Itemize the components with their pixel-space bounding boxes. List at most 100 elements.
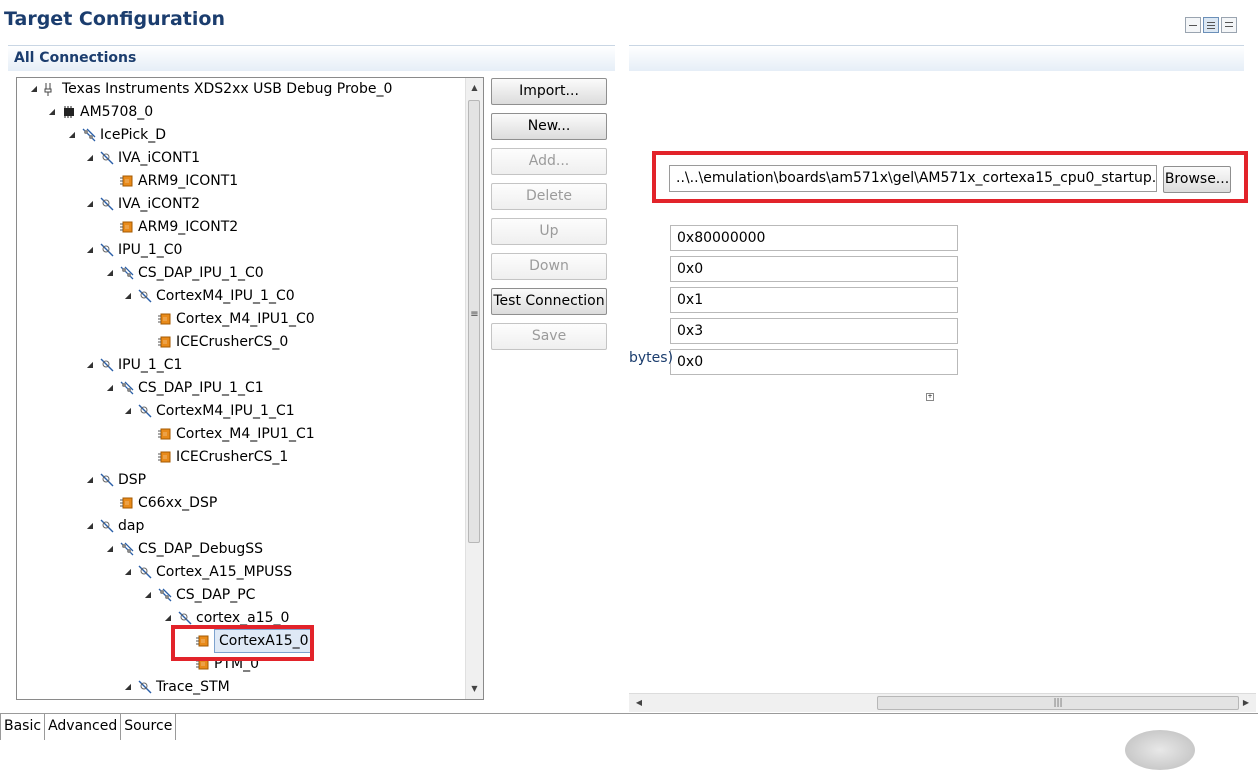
tree-item[interactable]: ICECrusherCS_0 (143, 331, 288, 353)
tree-item[interactable]: Cortex_M4_IPU1_C0 (143, 308, 315, 330)
tree-item-label: ICECrusherCS_0 (176, 331, 288, 353)
scroll-up-arrow-icon[interactable]: ▲ (466, 80, 483, 96)
delete-button[interactable]: Delete (491, 183, 607, 210)
expanded-twisty-icon[interactable]: ◢ (67, 124, 77, 146)
tree-item[interactable]: ◢IVA_iCONT2 (85, 193, 200, 215)
expanded-twisty-icon[interactable]: ◢ (85, 354, 95, 376)
up-button[interactable]: Up (491, 218, 607, 245)
tree-item[interactable]: C66xx_DSP (105, 492, 217, 514)
cpu-icon (119, 219, 135, 235)
tree-item[interactable]: ◢ AM5708_0 (47, 101, 153, 123)
tree-item[interactable]: ◢IPU_1_C1 (85, 354, 182, 376)
save-button[interactable]: Save (491, 323, 607, 350)
tree-item[interactable]: ◢ CortexM4_IPU_1_C0 (123, 285, 295, 307)
tree-item[interactable]: ARM9_ICONT1 (105, 170, 238, 192)
connections-section-header: All Connections (8, 45, 615, 71)
expanded-twisty-icon[interactable]: ◢ (85, 469, 95, 491)
subpath-icon (99, 242, 115, 258)
router-icon (119, 541, 135, 557)
tree-item-label: IVA_iCONT1 (118, 147, 200, 169)
list-view-icon[interactable] (1221, 17, 1237, 33)
tree-item-label: dap (118, 515, 144, 537)
expanded-twisty-icon[interactable]: ◢ (85, 239, 95, 261)
expanded-twisty-icon[interactable]: ◢ (143, 584, 153, 606)
tree-item-label: CortexM4_IPU_1_C1 (156, 400, 295, 422)
tree-item[interactable]: ◢ CS_DAP_IPU_1_C1 (105, 377, 264, 399)
page-title: Target Configuration (4, 8, 225, 30)
tree-item[interactable]: Cortex_M4_IPU1_C1 (143, 423, 315, 445)
expanded-twisty-icon[interactable]: ◢ (123, 285, 133, 307)
collapse-icon[interactable] (1185, 17, 1201, 33)
cpu-icon (119, 495, 135, 511)
tree-item[interactable]: ◢IPU_1_C0 (85, 239, 182, 261)
tree-spacer (143, 331, 153, 353)
gel-file-field[interactable]: ..\..\emulation\boards\am571x\gel\AM571x… (669, 165, 1157, 192)
expanded-twisty-icon[interactable]: ◢ (47, 101, 57, 123)
subpath-icon (137, 679, 153, 695)
new-button[interactable]: New... (491, 113, 607, 140)
router-icon (81, 127, 97, 143)
tree-item[interactable]: ARM9_ICONT2 (105, 216, 238, 238)
tree-item-label: Cortex_M4_IPU1_C0 (176, 308, 315, 330)
tree-item-label: CS_DAP_PC (176, 584, 255, 606)
tree-item-label: CS_DAP_IPU_1_C1 (138, 377, 264, 399)
cpu-highlight (171, 625, 314, 661)
add-button[interactable]: Add... (491, 148, 607, 175)
tab-advanced[interactable]: Advanced (45, 714, 121, 740)
columns-view-icon[interactable] (1203, 17, 1219, 33)
tree-item[interactable]: ◢Texas Instruments XDS2xx USB Debug Prob… (29, 78, 392, 100)
tab-basic[interactable]: Basic (0, 714, 45, 740)
scrollbar-thumb[interactable]: ||| (877, 696, 1239, 710)
expanded-twisty-icon[interactable]: ◢ (123, 676, 133, 698)
tree-item[interactable]: ◢CS_DAP_IPU_1_C0 (105, 262, 264, 284)
browse-button[interactable]: Browse... (1163, 166, 1231, 193)
expanded-twisty-icon[interactable]: ◢ (85, 147, 95, 169)
tree-item-label: Cortex_M4_IPU1_C1 (176, 423, 315, 445)
expanded-twisty-icon[interactable]: ◢ (123, 400, 133, 422)
tree-item[interactable]: ◢ CortexM4_IPU_1_C1 (123, 400, 295, 422)
properties-horizontal-scrollbar[interactable]: ◀ ||| ▶ (629, 693, 1256, 712)
scroll-down-arrow-icon[interactable]: ▼ (466, 681, 483, 697)
subpath-icon (137, 288, 153, 304)
tree-item-label: DSP (118, 469, 146, 491)
expanded-twisty-icon[interactable]: ◢ (85, 193, 95, 215)
scroll-left-arrow-icon[interactable]: ◀ (631, 694, 647, 712)
tree-item[interactable]: ◢ CS_DAP_PC (143, 584, 255, 606)
property-value-field[interactable]: 0x80000000 (670, 225, 958, 251)
tree-item[interactable]: ◢ IVA_iCONT1 (85, 147, 200, 169)
property-value-field[interactable]: 0x0 (670, 256, 958, 282)
tree-spacer (105, 170, 115, 192)
tree-item[interactable]: ICECrusherCS_1 (143, 446, 288, 468)
connections-tree[interactable]: ▲ ≡ ▼ ◢Texas Instruments XDS2xx USB Debu… (16, 77, 484, 700)
expanded-twisty-icon[interactable]: ◢ (105, 377, 115, 399)
tree-item[interactable]: ◢Cortex_A15_MPUSS (123, 561, 292, 583)
cpu-icon (119, 173, 135, 189)
tree-item[interactable]: ◢CS_DAP_DebugSS (105, 538, 263, 560)
import-button[interactable]: Import... (491, 78, 607, 105)
editor-tabs: Basic Advanced Source (0, 713, 1258, 740)
tree-spacer (143, 423, 153, 445)
tree-item-label: CortexM4_IPU_1_C0 (156, 285, 295, 307)
tree-item-label: AM5708_0 (80, 101, 153, 123)
property-value-field[interactable]: 0x3 (670, 318, 958, 344)
tree-item[interactable]: ◢ DSP (85, 469, 146, 491)
expand-icon[interactable]: + (926, 393, 934, 401)
expanded-twisty-icon[interactable]: ◢ (85, 515, 95, 537)
down-button[interactable]: Down (491, 253, 607, 280)
expanded-twisty-icon[interactable]: ◢ (29, 78, 39, 100)
expanded-twisty-icon[interactable]: ◢ (123, 561, 133, 583)
tree-item[interactable]: ◢ dap (85, 515, 144, 537)
test-connection-button[interactable]: Test Connection (491, 288, 607, 315)
connections-section-title: All Connections (14, 50, 136, 66)
property-value-field[interactable]: 0x0 (670, 349, 958, 375)
tree-vertical-scrollbar[interactable]: ▲ ≡ ▼ (465, 78, 483, 699)
tree-item[interactable]: ◢IcePick_D (67, 124, 166, 146)
expanded-twisty-icon[interactable]: ◢ (105, 262, 115, 284)
tree-item[interactable]: ◢Trace_STM (123, 676, 230, 698)
property-value-field[interactable]: 0x1 (670, 287, 958, 313)
expanded-twisty-icon[interactable]: ◢ (105, 538, 115, 560)
scroll-right-arrow-icon[interactable]: ▶ (1238, 694, 1254, 712)
tab-source[interactable]: Source (121, 714, 176, 740)
subpath-icon (99, 357, 115, 373)
cpu-icon (157, 449, 173, 465)
